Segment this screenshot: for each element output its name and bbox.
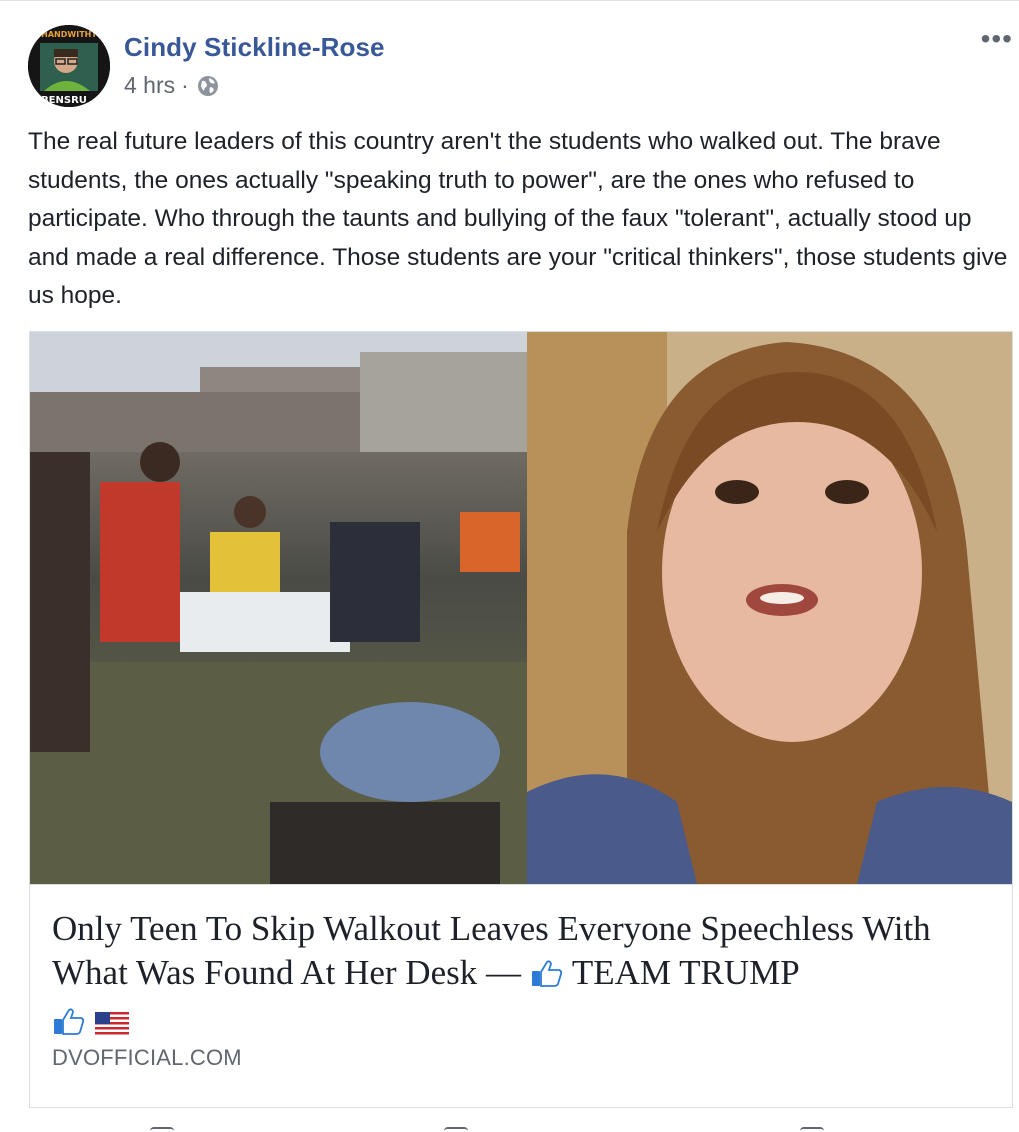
avatar-text-top: HANDWITHT — [41, 30, 97, 39]
link-card-title[interactable]: Only Teen To Skip Walkout Leaves Everyon… — [52, 907, 992, 1047]
facebook-post: HANDWITHT BENSRU Cindy Stickline-Rose 4 … — [0, 0, 1019, 1131]
globe-icon[interactable] — [197, 75, 219, 97]
meta-separator: · — [181, 72, 189, 98]
share-icon[interactable] — [800, 1127, 824, 1132]
post-text: The real future leaders of this country … — [28, 128, 1008, 309]
link-card[interactable]: Only Teen To Skip Walkout Leaves Everyon… — [29, 331, 1013, 1108]
thumbs-up-icon — [52, 1003, 86, 1047]
avatar[interactable]: HANDWITHT BENSRU — [28, 25, 110, 107]
like-icon[interactable] — [150, 1127, 174, 1132]
link-card-domain: DVOFFICIAL.COM — [52, 1045, 242, 1070]
thumbs-up-icon — [530, 955, 564, 999]
post-actions-bar — [0, 1119, 1019, 1132]
avatar-text-bottom: BENSRU — [41, 95, 87, 106]
comment-icon[interactable] — [444, 1127, 468, 1132]
link-card-body[interactable]: Only Teen To Skip Walkout Leaves Everyon… — [30, 884, 1012, 1107]
author-name[interactable]: Cindy Stickline-Rose — [124, 32, 385, 63]
scene-photo — [30, 332, 527, 884]
timestamp[interactable]: 4 hrs — [124, 72, 175, 99]
link-card-image[interactable] — [30, 332, 1012, 884]
link-card-title-team: TEAM TRUMP — [571, 953, 800, 992]
us-flag-icon — [94, 1003, 129, 1047]
teen-photo — [527, 332, 1012, 884]
more-options-button[interactable]: ••• — [981, 25, 1013, 53]
post-meta: 4 hrs · — [124, 72, 219, 99]
